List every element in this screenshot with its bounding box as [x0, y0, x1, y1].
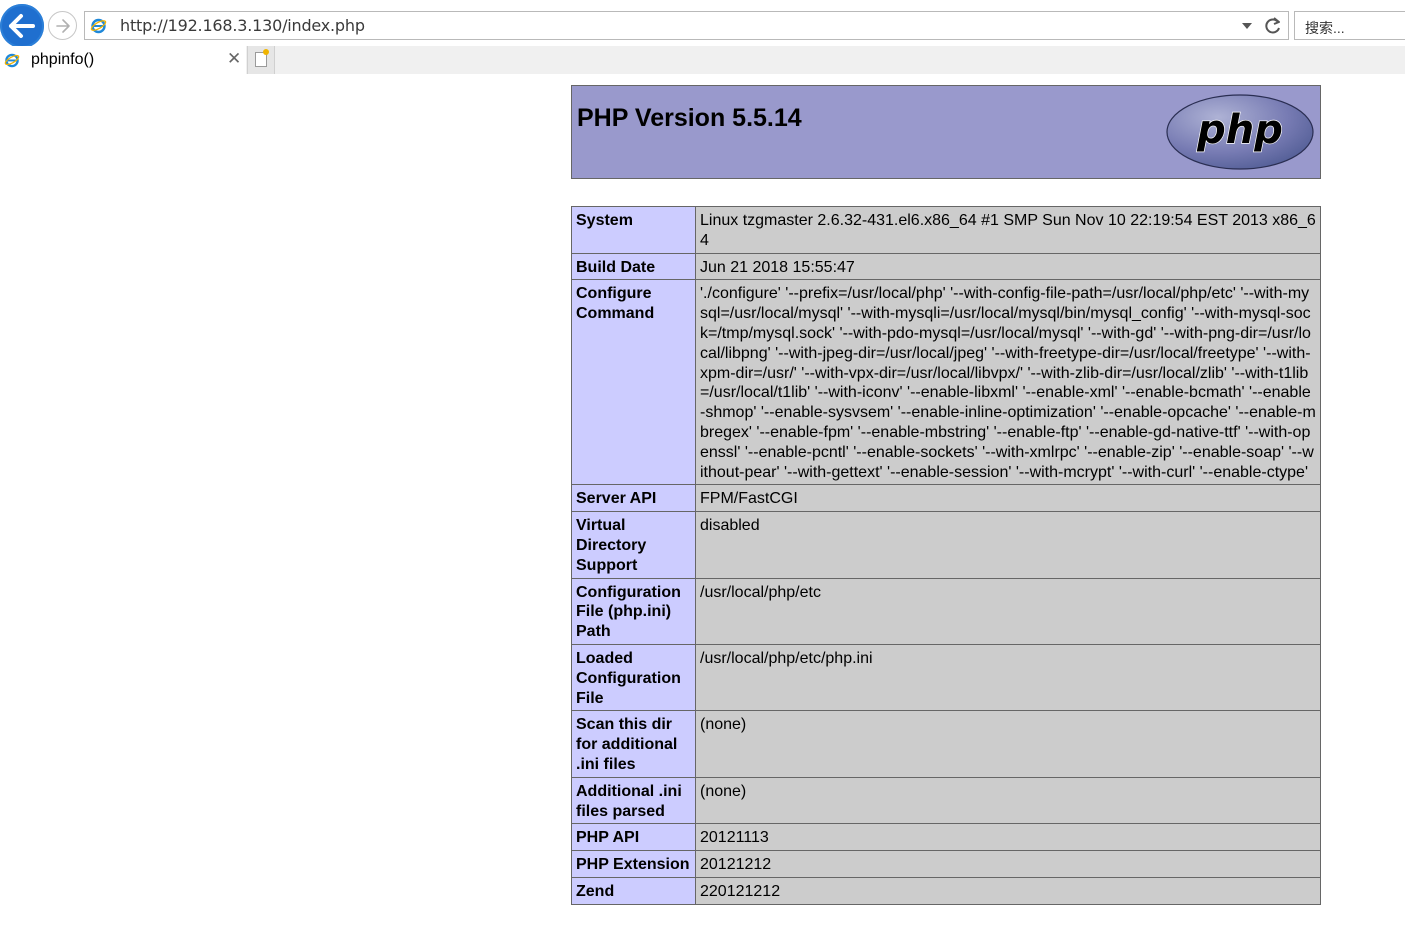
row-value: disabled [695, 511, 1321, 579]
table-row: Virtual Directory Support disabled [571, 511, 1321, 579]
php-logo-text: php [1196, 107, 1283, 153]
row-value: Linux tzgmaster 2.6.32-431.el6.x86_64 #1… [695, 206, 1321, 254]
back-arrow-icon [9, 14, 35, 38]
search-box[interactable]: 搜索... [1294, 11, 1405, 40]
table-row: Configuration File (php.ini) Path/usr/lo… [571, 577, 1321, 645]
table-row: Zend 220121212 [571, 876, 1321, 905]
row-value: FPM/FastCGI [695, 484, 1321, 513]
table-row: Build Date Jun 21 2018 15:55:47 [571, 252, 1321, 281]
row-value: './configure' '--prefix=/usr/local/php' … [695, 279, 1321, 486]
tab-phpinfo[interactable]: phpinfo() ✕ [0, 46, 246, 74]
search-placeholder[interactable]: 搜索... [1305, 18, 1345, 38]
address-bar[interactable]: http://192.168.3.130/index.php [84, 11, 1289, 40]
table-row: PHP Extension 20121212 [571, 850, 1321, 878]
row-label: Configuration File (php.ini) Path [571, 577, 696, 645]
row-value: 220121212 [695, 876, 1321, 905]
row-value: /usr/local/php/etc/php.ini [695, 643, 1321, 712]
forward-button[interactable] [48, 11, 77, 40]
ie-page-icon [90, 18, 107, 34]
row-label: Scan this dir for additional .ini files [571, 710, 696, 778]
back-button[interactable] [0, 4, 44, 48]
dropdown-arrow-icon[interactable] [1242, 23, 1252, 29]
tab-bar: phpinfo() ✕ [0, 46, 1405, 74]
tab-title: phpinfo() [31, 51, 95, 68]
row-label: Configure Command [571, 279, 696, 486]
ie-page-icon [4, 53, 20, 68]
table-row: System Linux tzgmaster 2.6.32-431.el6.x86… [571, 206, 1321, 254]
row-label: PHP API [571, 823, 696, 852]
row-label: System [571, 206, 696, 254]
table-row: Loaded Configuration File/usr/local/php/… [571, 643, 1321, 712]
row-value: (none) [695, 776, 1321, 825]
page-title: PHP Version 5.5.14 [577, 104, 802, 132]
row-label: Loaded Configuration File [571, 643, 696, 712]
row-value: 20121113 [695, 823, 1321, 852]
row-label: Zend [571, 876, 696, 905]
row-value: Jun 21 2018 15:55:47 [695, 252, 1321, 281]
info-table: System Linux tzgmaster 2.6.32-431.el6.x86… [571, 206, 1321, 905]
browser-chrome: http://192.168.3.130/index.php 搜索... php… [0, 0, 1405, 74]
address-text[interactable]: http://192.168.3.130/index.php [120, 16, 365, 35]
row-value: (none) [695, 710, 1321, 778]
phpinfo-content: PHP Version 5.5.14 php System Linux tzgma… [571, 85, 1321, 905]
row-label: Virtual Directory Support [571, 511, 696, 579]
row-label: Additional .ini files parsed [571, 776, 696, 825]
table-row: Server API FPM/FastCGI [571, 484, 1321, 513]
php-logo[interactable]: php [1166, 93, 1314, 171]
row-value: 20121212 [695, 850, 1321, 878]
php-header: PHP Version 5.5.14 php [571, 85, 1321, 179]
row-label: Build Date [571, 252, 696, 281]
table-row: Configure Command './configure' '--prefix… [571, 279, 1321, 486]
new-tab-star [263, 49, 269, 55]
row-label: Server API [571, 484, 696, 513]
table-row: Additional .ini files parsed (none) [571, 776, 1321, 825]
row-value: /usr/local/php/etc [695, 577, 1321, 645]
refresh-icon[interactable] [1264, 16, 1282, 36]
table-row: Scan this dir for additional .ini files(… [571, 710, 1321, 778]
close-icon[interactable]: ✕ [227, 49, 241, 69]
row-label: PHP Extension [571, 850, 696, 878]
table-row: PHP API 20121113 [571, 823, 1321, 852]
forward-arrow-icon [56, 19, 70, 33]
new-tab-button[interactable] [247, 46, 275, 74]
